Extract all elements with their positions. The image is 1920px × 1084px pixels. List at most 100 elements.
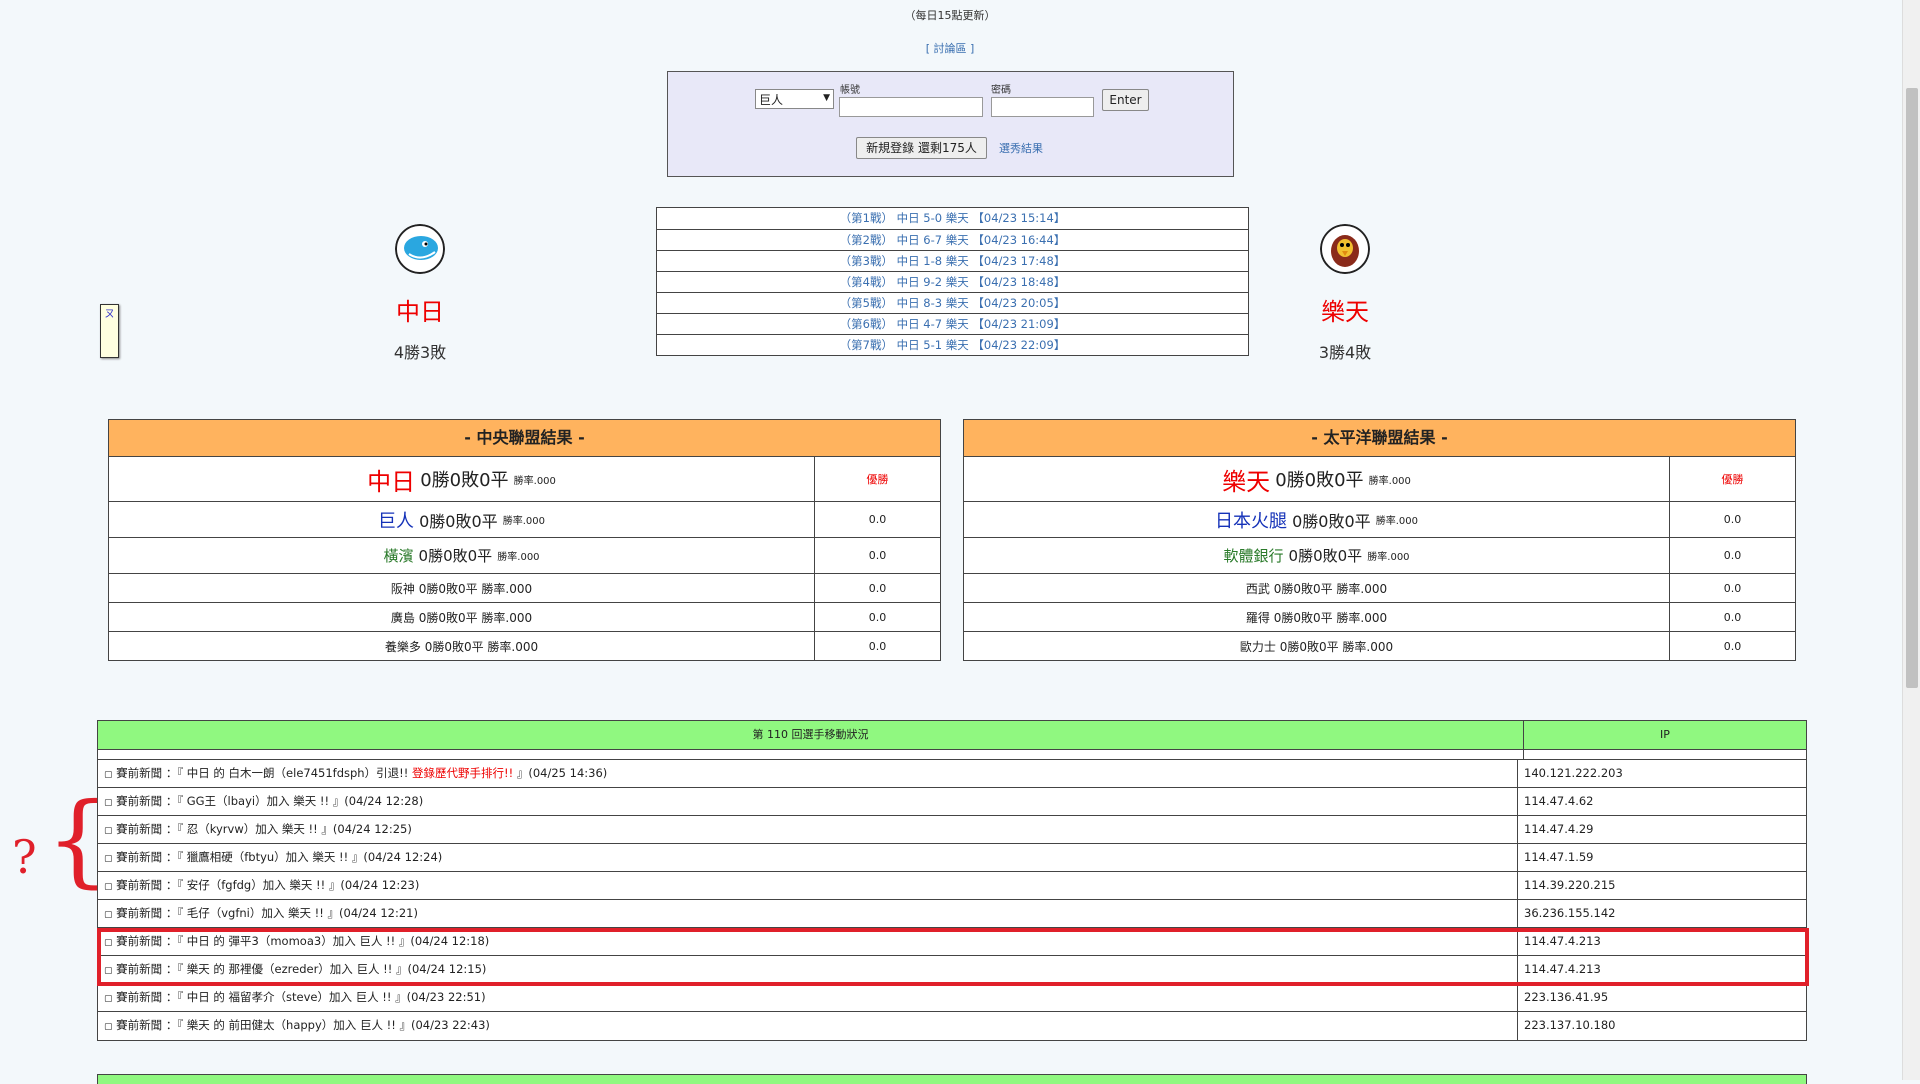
ip-header: IP xyxy=(1660,728,1670,741)
league-value: 0.0 xyxy=(868,610,887,624)
team-select-value: 巨人 xyxy=(759,93,784,107)
team-rate: 勝率.000 xyxy=(1368,475,1411,487)
team-rate: 勝率.000 xyxy=(497,552,540,563)
game-row[interactable]: （第7戰） 中日 5-1 樂天 【04/23 22:09】 xyxy=(657,334,1248,355)
team-stats: 0勝0敗0平 xyxy=(1273,610,1333,625)
side-widget[interactable]: ㄡ xyxy=(100,304,119,358)
team-rate: 勝率.000 xyxy=(1342,639,1394,654)
team-stats: 0勝0敗0平 xyxy=(1279,639,1339,654)
register-button[interactable]: 新規登錄 還剩175人 xyxy=(856,137,987,159)
game-row[interactable]: （第5戰） 中日 8-3 樂天 【04/23 20:05】 xyxy=(657,292,1248,313)
team-stats: 0勝0敗0平 xyxy=(418,610,478,625)
draft-results-link[interactable]: 選秀結果 xyxy=(999,140,1043,156)
forum-link[interactable]: [ 討論區 ] xyxy=(0,40,1900,56)
update-note: （每日15點更新） xyxy=(904,9,996,22)
news-text: 賽前新聞 ：『 中日 的 白木一朗（ele7451fdsph）引退!! xyxy=(116,766,412,780)
annotation-highlight-box xyxy=(97,928,1809,986)
team-rate: 勝率.000 xyxy=(502,516,545,527)
table-row: ▢ 賽前新聞 ：『 安仔（fgfdg）加入 樂天 !! 』(04/24 12:2… xyxy=(98,872,1806,900)
team-stats: 0勝0敗0平 xyxy=(424,639,484,654)
news-spacer xyxy=(98,750,1806,760)
league-row: 日本火腿 0勝0敗0平 勝率.000 0.0 xyxy=(964,501,1795,537)
team-name: 橫濱 xyxy=(383,547,414,565)
game-results-table: （第1戰） 中日 5-0 樂天 【04/23 15:14】 （第2戰） 中日 6… xyxy=(656,207,1249,356)
table-row: ▢ 賽前新聞 ：『 樂天 的 前田健太（happy）加入 巨人 !! 』(04/… xyxy=(98,1012,1806,1040)
league-value: 0.0 xyxy=(1723,639,1742,653)
table-row: ▢ 賽前新聞 ：『 中日 的 白木一朗（ele7451fdsph）引退!! 登錄… xyxy=(98,760,1806,788)
scrollbar[interactable] xyxy=(1902,0,1920,1080)
news-text: 賽前新聞 ：『 安仔（fgfdg）加入 樂天 !! 』(04/24 12:23) xyxy=(116,878,420,892)
password-label: 密碼 xyxy=(991,85,1011,96)
league-row: 阪神 0勝0敗0平 勝率.000 0.0 xyxy=(109,573,940,602)
ip-cell: 223.137.10.180 xyxy=(1524,1018,1616,1032)
league-value: 0.0 xyxy=(868,639,887,653)
league-value: 優勝 xyxy=(1721,473,1744,486)
team-name: 日本火腿 xyxy=(1215,510,1287,532)
right-team-record: 3勝4敗 xyxy=(1318,343,1372,362)
team-name: 養樂多 xyxy=(384,639,421,654)
enter-button[interactable]: Enter xyxy=(1102,89,1149,111)
game-row[interactable]: （第1戰） 中日 5-0 樂天 【04/23 15:14】 xyxy=(657,208,1248,229)
ip-cell: 114.39.220.215 xyxy=(1524,878,1616,892)
table-row: ▢ 賽前新聞 ：『 獵鷹相硬（fbtyu）加入 樂天 !! 』(04/24 12… xyxy=(98,844,1806,872)
scrollbar-thumb[interactable] xyxy=(1906,88,1918,688)
table-row: ▢ 賽前新聞 ：『 毛仔（vgfni）加入 樂天 !! 』(04/24 12:2… xyxy=(98,900,1806,928)
team-stats: 0勝0敗0平 xyxy=(420,470,509,491)
league-value: 0.0 xyxy=(1723,610,1742,624)
team-rate: 勝率.000 xyxy=(1367,552,1410,563)
news-text: 賽前新聞 ：『 GG王（lbayi）加入 樂天 !! 』(04/24 12:28… xyxy=(116,794,424,808)
league-row: 西武 0勝0敗0平 勝率.000 0.0 xyxy=(964,573,1795,602)
team-stats: 0勝0敗0平 xyxy=(1288,547,1363,565)
league-row: 樂天 0勝0敗0平 勝率.000 優勝 xyxy=(964,457,1795,501)
team-select[interactable]: 巨人 ▼ xyxy=(755,89,834,109)
table-row: ▢ 賽前新聞 ：『 忍（kyrvw）加入 樂天 !! 』(04/24 12:25… xyxy=(98,816,1806,844)
team-rate: 勝率.000 xyxy=(1336,610,1388,625)
pacific-league-table: - 太平洋聯盟結果 - 樂天 0勝0敗0平 勝率.000 優勝 日本火腿 0勝0… xyxy=(963,419,1796,661)
left-team-logo xyxy=(395,224,445,278)
left-team-name: 中日 xyxy=(396,298,444,326)
dragon-mascot-icon xyxy=(395,224,445,274)
game-row[interactable]: （第4戰） 中日 9-2 樂天 【04/23 18:48】 xyxy=(657,271,1248,292)
account-label: 帳號 xyxy=(840,85,860,96)
ip-cell: 140.121.222.203 xyxy=(1524,766,1623,780)
team-name: 歐力士 xyxy=(1239,639,1276,654)
account-input[interactable] xyxy=(839,97,983,117)
right-team-name: 樂天 xyxy=(1321,298,1369,326)
annotation-brace: { xyxy=(46,781,110,898)
team-rate: 勝率.000 xyxy=(481,610,533,625)
league-row: 巨人 0勝0敗0平 勝率.000 0.0 xyxy=(109,501,940,537)
news-tail: 』(04/25 14:36) xyxy=(513,766,608,780)
news-highlight: 登錄歷代野手排行!! xyxy=(411,766,514,780)
password-input[interactable] xyxy=(991,97,1094,117)
team-stats: 0勝0敗0平 xyxy=(1275,470,1364,491)
team-stats: 0勝0敗0平 xyxy=(1292,511,1371,531)
team-stats: 0勝0敗0平 xyxy=(419,511,498,531)
team-stats: 0勝0敗0平 xyxy=(1273,581,1333,596)
team-name: 羅得 xyxy=(1245,610,1270,625)
news-text: 賽前新聞 ：『 樂天 的 前田健太（happy）加入 巨人 !! 』(04/23… xyxy=(116,1018,490,1032)
game-row[interactable]: （第2戰） 中日 6-7 樂天 【04/23 16:44】 xyxy=(657,229,1248,250)
next-table-header xyxy=(97,1074,1807,1084)
team-name: 阪神 xyxy=(390,581,415,596)
news-text: 賽前新聞 ：『 獵鷹相硬（fbtyu）加入 樂天 !! 』(04/24 12:2… xyxy=(116,850,443,864)
central-league-table: - 中央聯盟結果 - 中日 0勝0敗0平 勝率.000 優勝 巨人 0勝0敗0平… xyxy=(108,419,941,661)
side-widget-text: ㄡ xyxy=(104,309,115,320)
ip-cell: 114.47.4.62 xyxy=(1524,794,1594,808)
forum-link-label[interactable]: [ 討論區 ] xyxy=(926,42,975,55)
team-rate: 勝率.000 xyxy=(1375,516,1418,527)
team-name: 西武 xyxy=(1245,581,1270,596)
league-value: 0.0 xyxy=(1723,513,1742,526)
game-row[interactable]: （第6戰） 中日 4-7 樂天 【04/23 21:09】 xyxy=(657,313,1248,334)
team-name: 巨人 xyxy=(378,510,414,532)
game-row[interactable]: （第3戰） 中日 1-8 樂天 【04/23 17:48】 xyxy=(657,250,1248,271)
news-text: 賽前新聞 ：『 中日 的 福留孝介（steve）加入 巨人 !! 』(04/23… xyxy=(116,990,486,1004)
team-rate: 勝率.000 xyxy=(487,639,539,654)
annotation-question-mark: ? xyxy=(12,830,37,884)
bullet-icon: ▢ xyxy=(104,1022,113,1032)
bullet-icon: ▢ xyxy=(104,910,113,920)
bullet-icon: ▢ xyxy=(104,994,113,1004)
ip-cell: 114.47.4.29 xyxy=(1524,822,1594,836)
league-value: 0.0 xyxy=(868,513,887,526)
right-team-logo xyxy=(1320,224,1370,278)
chevron-down-icon: ▼ xyxy=(823,93,830,103)
